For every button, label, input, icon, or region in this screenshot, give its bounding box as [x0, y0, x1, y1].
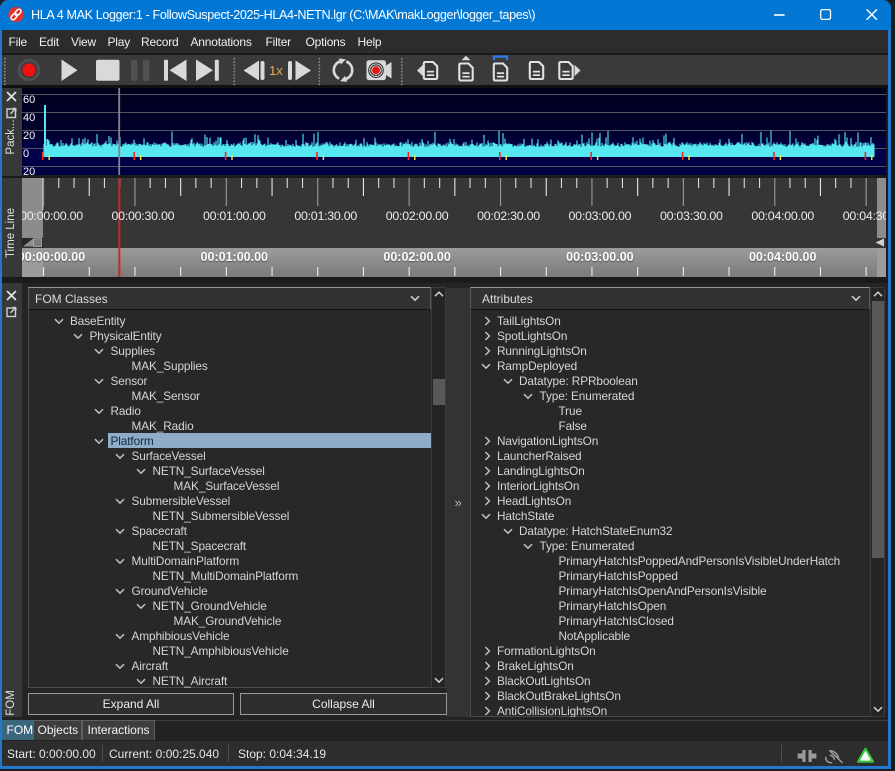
svg-text:1x: 1x: [269, 63, 283, 78]
